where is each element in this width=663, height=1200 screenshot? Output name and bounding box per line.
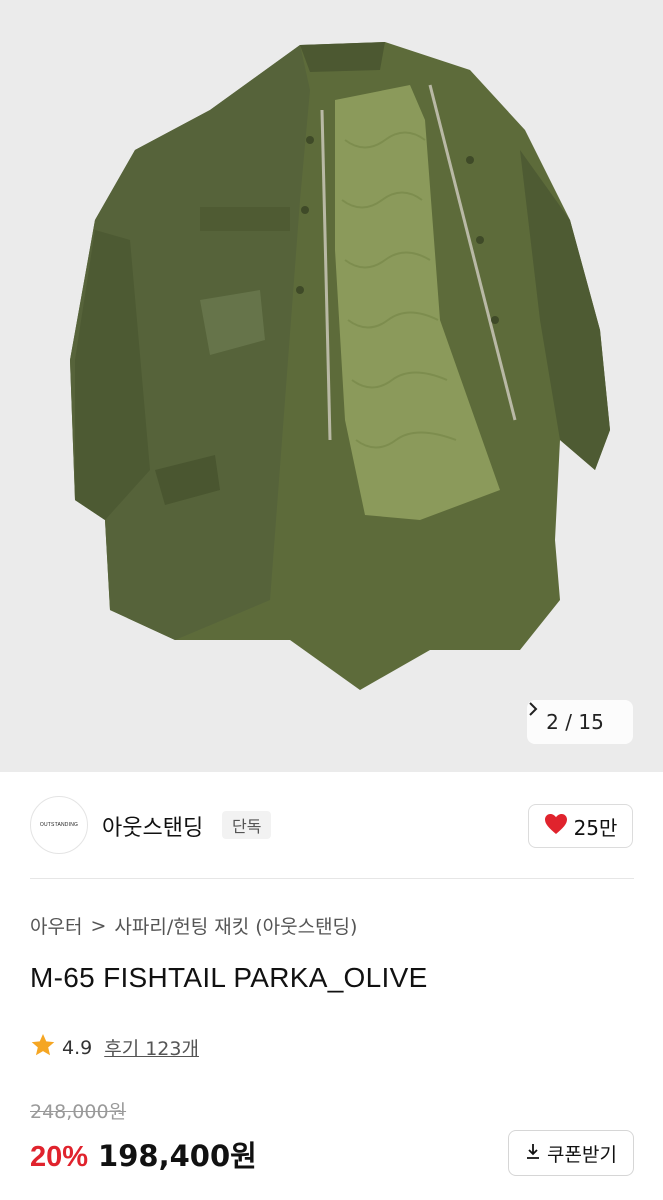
brand-logo[interactable]: OUTSTANDING [30,796,88,854]
pager-text: 2 / 15 [546,710,604,734]
sale-price: 198,400원 [98,1139,257,1173]
product-image [70,42,610,690]
original-price: 248,000원 [30,1101,127,1123]
star-icon [30,1032,56,1063]
breadcrumb-parent[interactable]: 아우터 [30,912,82,939]
product-image-gallery[interactable]: 2 / 15 [0,0,663,772]
rating-score: 4.9 [62,1036,93,1059]
rating: 4.9 후기 123개 [30,1032,199,1063]
brand-row: OUTSTANDING 아웃스탠딩 단독 25만 [30,796,634,854]
breadcrumb-separator: > [90,914,107,937]
coupon-label: 쿠폰받기 [547,1143,617,1166]
breadcrumb-current[interactable]: 사파리/헌팅 재킷 (아웃스탠딩) [114,912,357,939]
price-row: 20% 198,400원 [30,1133,257,1175]
image-pager[interactable]: 2 / 15 [527,700,633,744]
download-icon [525,1142,541,1165]
product-title: M-65 FISHTAIL PARKA_OLIVE [30,962,428,993]
like-button[interactable]: 25만 [528,804,633,848]
exclusive-badge: 단독 [222,811,272,839]
heart-icon [544,813,568,840]
breadcrumb: 아우터 > 사파리/헌팅 재킷 (아웃스탠딩) [30,912,357,939]
like-count: 25만 [573,815,618,840]
brand-name[interactable]: 아웃스탠딩 [102,810,203,842]
divider [30,878,634,879]
discount-rate: 20% [30,1141,89,1173]
coupon-button[interactable]: 쿠폰받기 [508,1130,634,1176]
reviews-link[interactable]: 후기 123개 [104,1034,199,1061]
